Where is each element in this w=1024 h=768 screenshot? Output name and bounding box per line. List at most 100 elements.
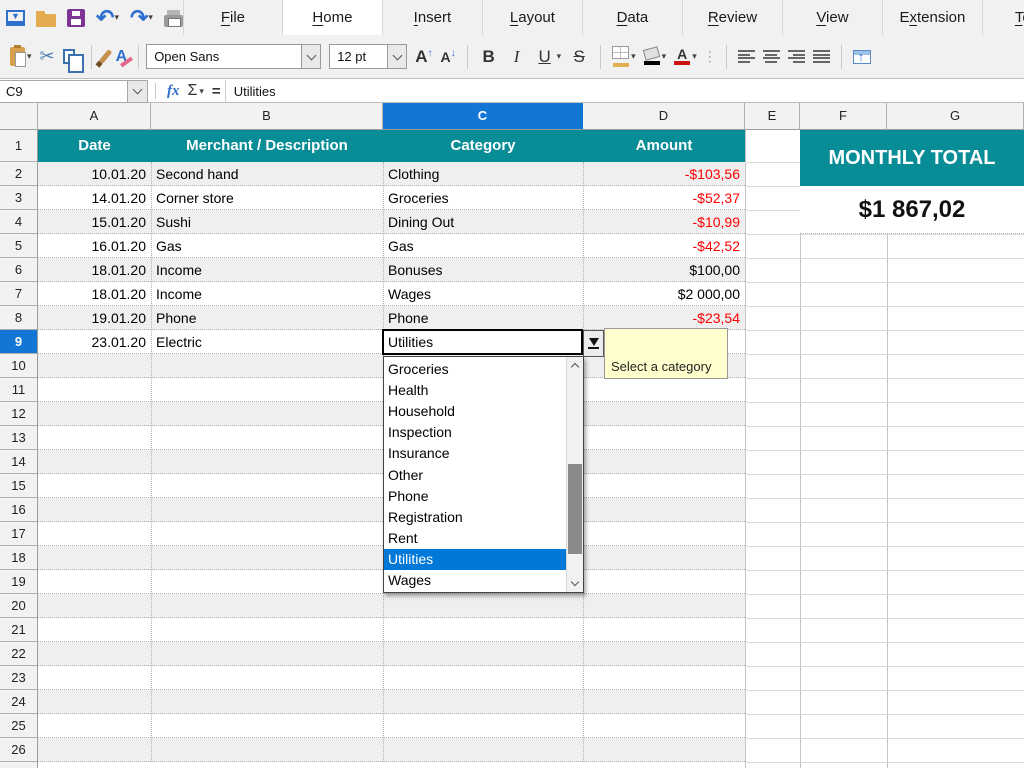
align-left-button[interactable] xyxy=(738,42,755,72)
row-header-24[interactable]: 24 xyxy=(0,690,38,714)
tab-review[interactable]: Review xyxy=(683,0,783,35)
row-header-9[interactable]: 9 xyxy=(0,330,38,354)
dropdown-item-inspection[interactable]: Inspection xyxy=(384,422,566,443)
dropdown-item-household[interactable]: Household xyxy=(384,400,566,421)
tab-insert[interactable]: Insert xyxy=(383,0,483,35)
header-cell-merchant[interactable]: Merchant / Description xyxy=(151,130,383,162)
cell-A2[interactable]: 10.01.20 xyxy=(38,162,151,186)
cut-button[interactable]: ✂ xyxy=(40,42,55,72)
redo-icon[interactable]: ↷▾ xyxy=(130,8,153,28)
cell-C8[interactable]: Phone xyxy=(383,306,583,330)
tab-tools[interactable]: Tools xyxy=(983,0,1024,35)
cell-C5[interactable]: Gas xyxy=(383,234,583,258)
shrink-font-button[interactable]: A↓ xyxy=(440,42,455,72)
row-header-20[interactable]: 20 xyxy=(0,594,38,618)
scrollbar-thumb[interactable] xyxy=(568,464,582,554)
dropdown-item-health[interactable]: Health xyxy=(384,379,566,400)
cell-A3[interactable]: 14.01.20 xyxy=(38,186,151,210)
cell-A7[interactable]: 18.01.20 xyxy=(38,282,151,306)
scrollbar-up-icon[interactable] xyxy=(567,357,583,374)
cell-B4[interactable]: Sushi xyxy=(151,210,383,234)
cell-A9[interactable]: 23.01.20 xyxy=(38,330,151,354)
scrollbar-down-icon[interactable] xyxy=(567,575,583,592)
tab-layout[interactable]: Layout xyxy=(483,0,583,35)
dropdown-item-groceries[interactable]: Groceries xyxy=(384,358,566,379)
column-header-C[interactable]: C xyxy=(383,103,583,130)
column-header-A[interactable]: A xyxy=(38,103,151,130)
font-color-button[interactable]: A▾ xyxy=(674,42,697,72)
cell-B6[interactable]: Income xyxy=(151,258,383,282)
cell-D8[interactable]: -$23,54 xyxy=(583,306,745,330)
name-box-dropdown-icon[interactable] xyxy=(127,81,147,102)
row-header-3[interactable]: 3 xyxy=(0,186,38,210)
monthly-total-label[interactable]: MONTHLY TOTAL xyxy=(800,130,1024,186)
strikethrough-button[interactable]: S xyxy=(569,42,589,72)
row-header-14[interactable]: 14 xyxy=(0,450,38,474)
cell-C3[interactable]: Groceries xyxy=(383,186,583,210)
header-cell-category[interactable]: Category xyxy=(383,130,583,162)
cell-C7[interactable]: Wages xyxy=(383,282,583,306)
panel-toggle-icon[interactable]: ▼ xyxy=(6,10,25,26)
paste-button[interactable]: ▾ xyxy=(10,42,32,72)
row-header-8[interactable]: 8 xyxy=(0,306,38,330)
cell-D4[interactable]: -$10,99 xyxy=(583,210,745,234)
open-icon[interactable] xyxy=(36,9,56,27)
cell-C4[interactable]: Dining Out xyxy=(383,210,583,234)
dropdown-item-phone[interactable]: Phone xyxy=(384,485,566,506)
cell-D5[interactable]: -$42,52 xyxy=(583,234,745,258)
background-color-button[interactable]: ▾ xyxy=(644,42,667,72)
column-header-E[interactable]: E xyxy=(745,103,800,130)
row-header-7[interactable]: 7 xyxy=(0,282,38,306)
save-icon[interactable] xyxy=(67,9,85,27)
font-name-combobox[interactable]: Open Sans xyxy=(146,44,321,69)
cell-A6[interactable]: 18.01.20 xyxy=(38,258,151,282)
cell-C2[interactable]: Clothing xyxy=(383,162,583,186)
tab-view[interactable]: View xyxy=(783,0,883,35)
cell-B3[interactable]: Corner store xyxy=(151,186,383,210)
row-header-4[interactable]: 4 xyxy=(0,210,38,234)
column-header-D[interactable]: D xyxy=(583,103,745,130)
underline-button[interactable]: U▾ xyxy=(535,42,562,72)
header-cell-date[interactable]: Date xyxy=(38,130,151,162)
category-dropdown-button[interactable] xyxy=(583,330,604,357)
cell-B2[interactable]: Second hand xyxy=(151,162,383,186)
sum-button[interactable]: Σ▾ xyxy=(188,76,204,106)
dropdown-item-utilities[interactable]: Utilities xyxy=(384,549,566,570)
tab-extension[interactable]: Extension xyxy=(883,0,983,35)
align-center-button[interactable] xyxy=(763,42,780,72)
cell-C6[interactable]: Bonuses xyxy=(383,258,583,282)
row-header-12[interactable]: 12 xyxy=(0,402,38,426)
header-cell-amount[interactable]: Amount xyxy=(583,130,745,162)
bold-button[interactable]: B xyxy=(479,42,499,72)
dropdown-item-rent[interactable]: Rent xyxy=(384,528,566,549)
row-header-23[interactable]: 23 xyxy=(0,666,38,690)
undo-icon[interactable]: ↶▾ xyxy=(96,8,119,28)
name-box[interactable]: C9 xyxy=(0,80,148,103)
row-header-22[interactable]: 22 xyxy=(0,642,38,666)
column-header-G[interactable]: G xyxy=(887,103,1024,130)
cell-A8[interactable]: 19.01.20 xyxy=(38,306,151,330)
row-header-5[interactable]: 5 xyxy=(0,234,38,258)
copy-button[interactable] xyxy=(63,42,80,72)
row-header-25[interactable]: 25 xyxy=(0,714,38,738)
font-size-combobox[interactable]: 12 pt xyxy=(329,44,407,69)
row-header-18[interactable]: 18 xyxy=(0,546,38,570)
grid-corner[interactable] xyxy=(0,103,38,130)
cell-B7[interactable]: Income xyxy=(151,282,383,306)
cell-D7[interactable]: $2 000,00 xyxy=(583,282,745,306)
tab-file[interactable]: File xyxy=(183,0,283,35)
row-header-10[interactable]: 10 xyxy=(0,354,38,378)
italic-button[interactable]: I xyxy=(507,42,527,72)
row-header-15[interactable]: 15 xyxy=(0,474,38,498)
monthly-total-value[interactable]: $1 867,02 xyxy=(800,186,1024,234)
dropdown-item-registration[interactable]: Registration xyxy=(384,506,566,527)
cell-D2[interactable]: -$103,56 xyxy=(583,162,745,186)
cell-D3[interactable]: -$52,37 xyxy=(583,186,745,210)
dropdown-scrollbar[interactable] xyxy=(566,357,583,592)
borders-button[interactable]: ▾ xyxy=(612,42,636,72)
tab-data[interactable]: Data xyxy=(583,0,683,35)
row-header-16[interactable]: 16 xyxy=(0,498,38,522)
formula-input[interactable]: Utilities xyxy=(225,80,1024,102)
align-right-button[interactable] xyxy=(788,42,805,72)
font-size-dropdown-icon[interactable] xyxy=(387,45,406,68)
